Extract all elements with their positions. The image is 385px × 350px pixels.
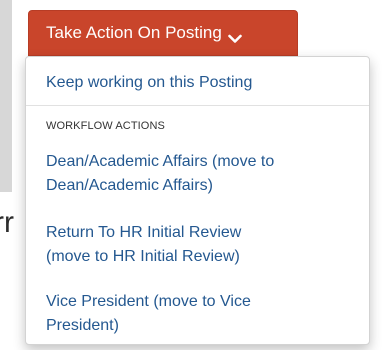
chevron-down-icon: [227, 29, 242, 43]
left-border-rule: [0, 0, 12, 192]
workflow-action-label-line-1: Return To HR Initial Review: [46, 224, 242, 241]
menu-divider: [26, 105, 369, 106]
keep-working-menu-item[interactable]: Keep working on this Posting: [46, 71, 355, 95]
workflow-action-label-line-1: Vice President (move to Vice: [46, 293, 251, 310]
take-action-button-label: Take Action On Posting: [46, 23, 222, 42]
posting-actions-dropdown-menu: Keep working on this Posting WORKFLOW AC…: [25, 56, 370, 345]
workflow-action-label-line-2: President): [46, 317, 119, 334]
keep-working-label: Keep working on this Posting: [46, 74, 253, 91]
workflow-actions-heading: WORKFLOW ACTIONS: [46, 120, 165, 132]
workflow-action-label-line-2: (move to HR Initial Review): [46, 248, 240, 265]
workflow-action-vice-president[interactable]: Vice President (move to Vice President): [46, 290, 355, 338]
take-action-on-posting-button[interactable]: Take Action On Posting: [28, 10, 298, 56]
workflow-action-dean-academic-affairs[interactable]: Dean/Academic Affairs (move to Dean/Acad…: [46, 150, 355, 198]
workflow-action-return-to-hr-initial-review[interactable]: Return To HR Initial Review (move to HR …: [46, 221, 355, 269]
posting-page: rr fi Take Action On Posting Keep workin…: [0, 0, 385, 350]
background-partial-text-left: rr: [0, 206, 14, 239]
workflow-action-label-line-2: Dean/Academic Affairs): [46, 177, 213, 194]
workflow-action-label-line-1: Dean/Academic Affairs (move to: [46, 153, 275, 170]
